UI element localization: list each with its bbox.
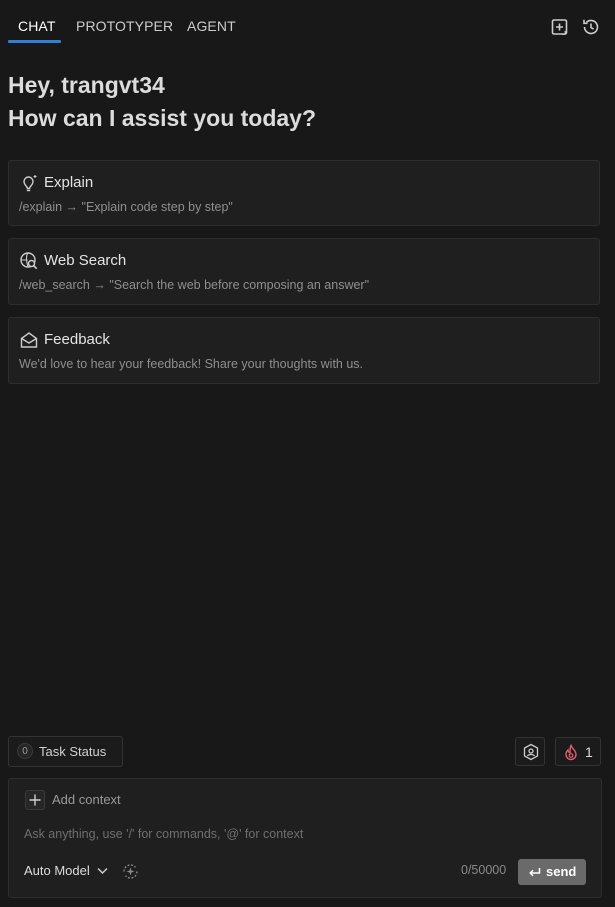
greeting-title: Hey, trangvt34	[8, 72, 165, 98]
chevron-down-icon	[97, 867, 108, 875]
enter-icon	[529, 868, 541, 877]
task-status-label: Task Status	[39, 744, 107, 759]
mail-open-icon	[20, 332, 38, 348]
box-user-icon	[523, 743, 539, 761]
history-icon[interactable]	[581, 17, 601, 37]
plus-icon	[29, 794, 41, 806]
model-select-label: Auto Model	[24, 863, 90, 878]
task-status-count: 0	[17, 743, 33, 759]
tab-agent[interactable]: AGENT	[187, 18, 236, 34]
tab-chat[interactable]: CHAT	[18, 18, 55, 34]
tab-bar: CHAT PROTOTYPER AGENT	[0, 0, 615, 44]
add-context-label[interactable]: Add context	[52, 792, 121, 807]
card-feedback[interactable]: Feedback We'd love to hear your feedback…	[8, 317, 600, 384]
chat-input[interactable]	[24, 823, 584, 845]
char-counter: 0/50000	[461, 863, 507, 877]
chat-composer: Add context Auto Model 0/50000 send	[8, 778, 602, 898]
card-feedback-title: Feedback	[44, 331, 110, 348]
task-status-button[interactable]: 0 Task Status	[8, 736, 123, 767]
tab-prototyper[interactable]: PROTOTYPER	[76, 18, 173, 34]
card-web-search-title: Web Search	[44, 252, 127, 269]
model-select[interactable]: Auto Model	[24, 863, 108, 878]
lightbulb-icon	[23, 175, 37, 192]
greeting-subtitle: How can I assist you today?	[8, 105, 317, 131]
send-label: send	[546, 864, 577, 879]
scan-user-button[interactable]	[515, 737, 545, 766]
card-web-search[interactable]: Web Search /web_search → "Search the web…	[8, 238, 600, 305]
card-web-search-desc: /web_search → "Search the web before com…	[19, 278, 370, 292]
add-context-button[interactable]	[25, 790, 45, 810]
new-chat-icon[interactable]	[550, 17, 570, 37]
flame-count: 1	[585, 744, 593, 760]
flame-icon	[565, 744, 577, 761]
card-explain-title: Explain	[44, 174, 94, 191]
card-explain[interactable]: Explain /explain → "Explain code step by…	[8, 160, 600, 226]
active-tab-indicator	[8, 40, 61, 43]
flame-counter-button[interactable]: 1	[555, 737, 601, 766]
web-search-icon	[20, 252, 38, 270]
send-button[interactable]: send	[518, 859, 586, 885]
card-explain-desc: /explain → "Explain code step by step"	[19, 200, 233, 214]
sparkle-refresh-icon[interactable]	[121, 862, 140, 881]
card-feedback-desc: We'd love to hear your feedback! Share y…	[19, 357, 364, 371]
